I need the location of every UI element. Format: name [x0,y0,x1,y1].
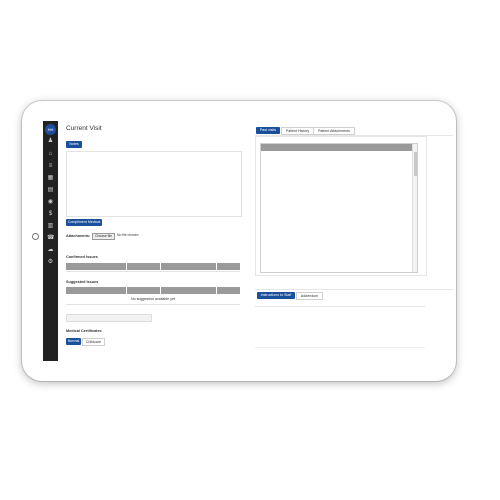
scrollbar[interactable] [412,144,417,272]
past-visits-list[interactable] [260,143,418,273]
suggested-issues-label: Suggested Issues [66,280,99,284]
notes-textarea[interactable] [66,151,242,217]
main-content: Current Visit Notes Compliment Medical A… [58,121,453,361]
past-visits-panel [255,136,427,276]
normal-certificate-button[interactable]: Normal [66,338,81,345]
attachments-label: Attachments: [66,234,91,238]
tab-instructions-to-staff[interactable]: Instructions to Staff [257,292,295,299]
dollar-icon[interactable]: $ [47,211,54,218]
tablet-frame: HH ♟ ⌂ ≡ ▦ ▤ ◉ $ ▥ ☎ ☁ ⚙ Current Visit N… [22,101,456,381]
tab-addendum[interactable]: Addendum [296,292,323,300]
no-suggestion-text: No suggestion available yet [131,297,175,301]
choose-file-button[interactable]: Choose file [92,233,115,240]
tab-past-visits[interactable]: Past visits [256,127,280,134]
home-button[interactable] [32,233,39,240]
notes-tab[interactable]: Notes [66,141,82,148]
table-row [66,304,240,305]
eye-icon[interactable]: ◉ [47,199,54,206]
calendar-icon[interactable]: ▦ [47,175,54,182]
medical-certificates-label: Medical Certificates [66,329,102,333]
app-screen: HH ♟ ⌂ ≡ ▦ ▤ ◉ $ ▥ ☎ ☁ ⚙ Current Visit N… [43,121,453,361]
confirmed-issues-label: Confirmed Issues [66,255,98,259]
sidebar: HH ♟ ⌂ ≡ ▦ ▤ ◉ $ ▥ ☎ ☁ ⚙ [43,121,58,361]
home-icon[interactable]: ⌂ [47,151,54,158]
phone-icon[interactable]: ☎ [47,235,54,242]
suggested-issues-table-header [66,287,240,294]
document-icon[interactable]: ▤ [47,187,54,194]
confirmed-issues-table-header [66,263,240,270]
compliment-medical-button[interactable]: Compliment Medical [66,219,102,226]
cloud-icon[interactable]: ☁ [47,247,54,254]
logo[interactable]: HH [45,124,56,135]
list-icon[interactable]: ≡ [47,163,54,170]
no-file-text: No file chosen [117,233,139,237]
settings-icon[interactable]: ⚙ [47,259,54,266]
past-visits-table-header [261,144,413,151]
suggestion-input[interactable] [66,314,152,322]
page-title: Current Visit [66,125,102,132]
childcare-certificate-button[interactable]: Childcare [82,338,105,346]
chart-icon[interactable]: ▥ [47,223,54,230]
scrollbar-thumb[interactable] [413,152,417,176]
table-row [66,271,240,272]
instructions-textarea[interactable] [255,306,425,348]
person-icon[interactable]: ♟ [47,138,54,145]
